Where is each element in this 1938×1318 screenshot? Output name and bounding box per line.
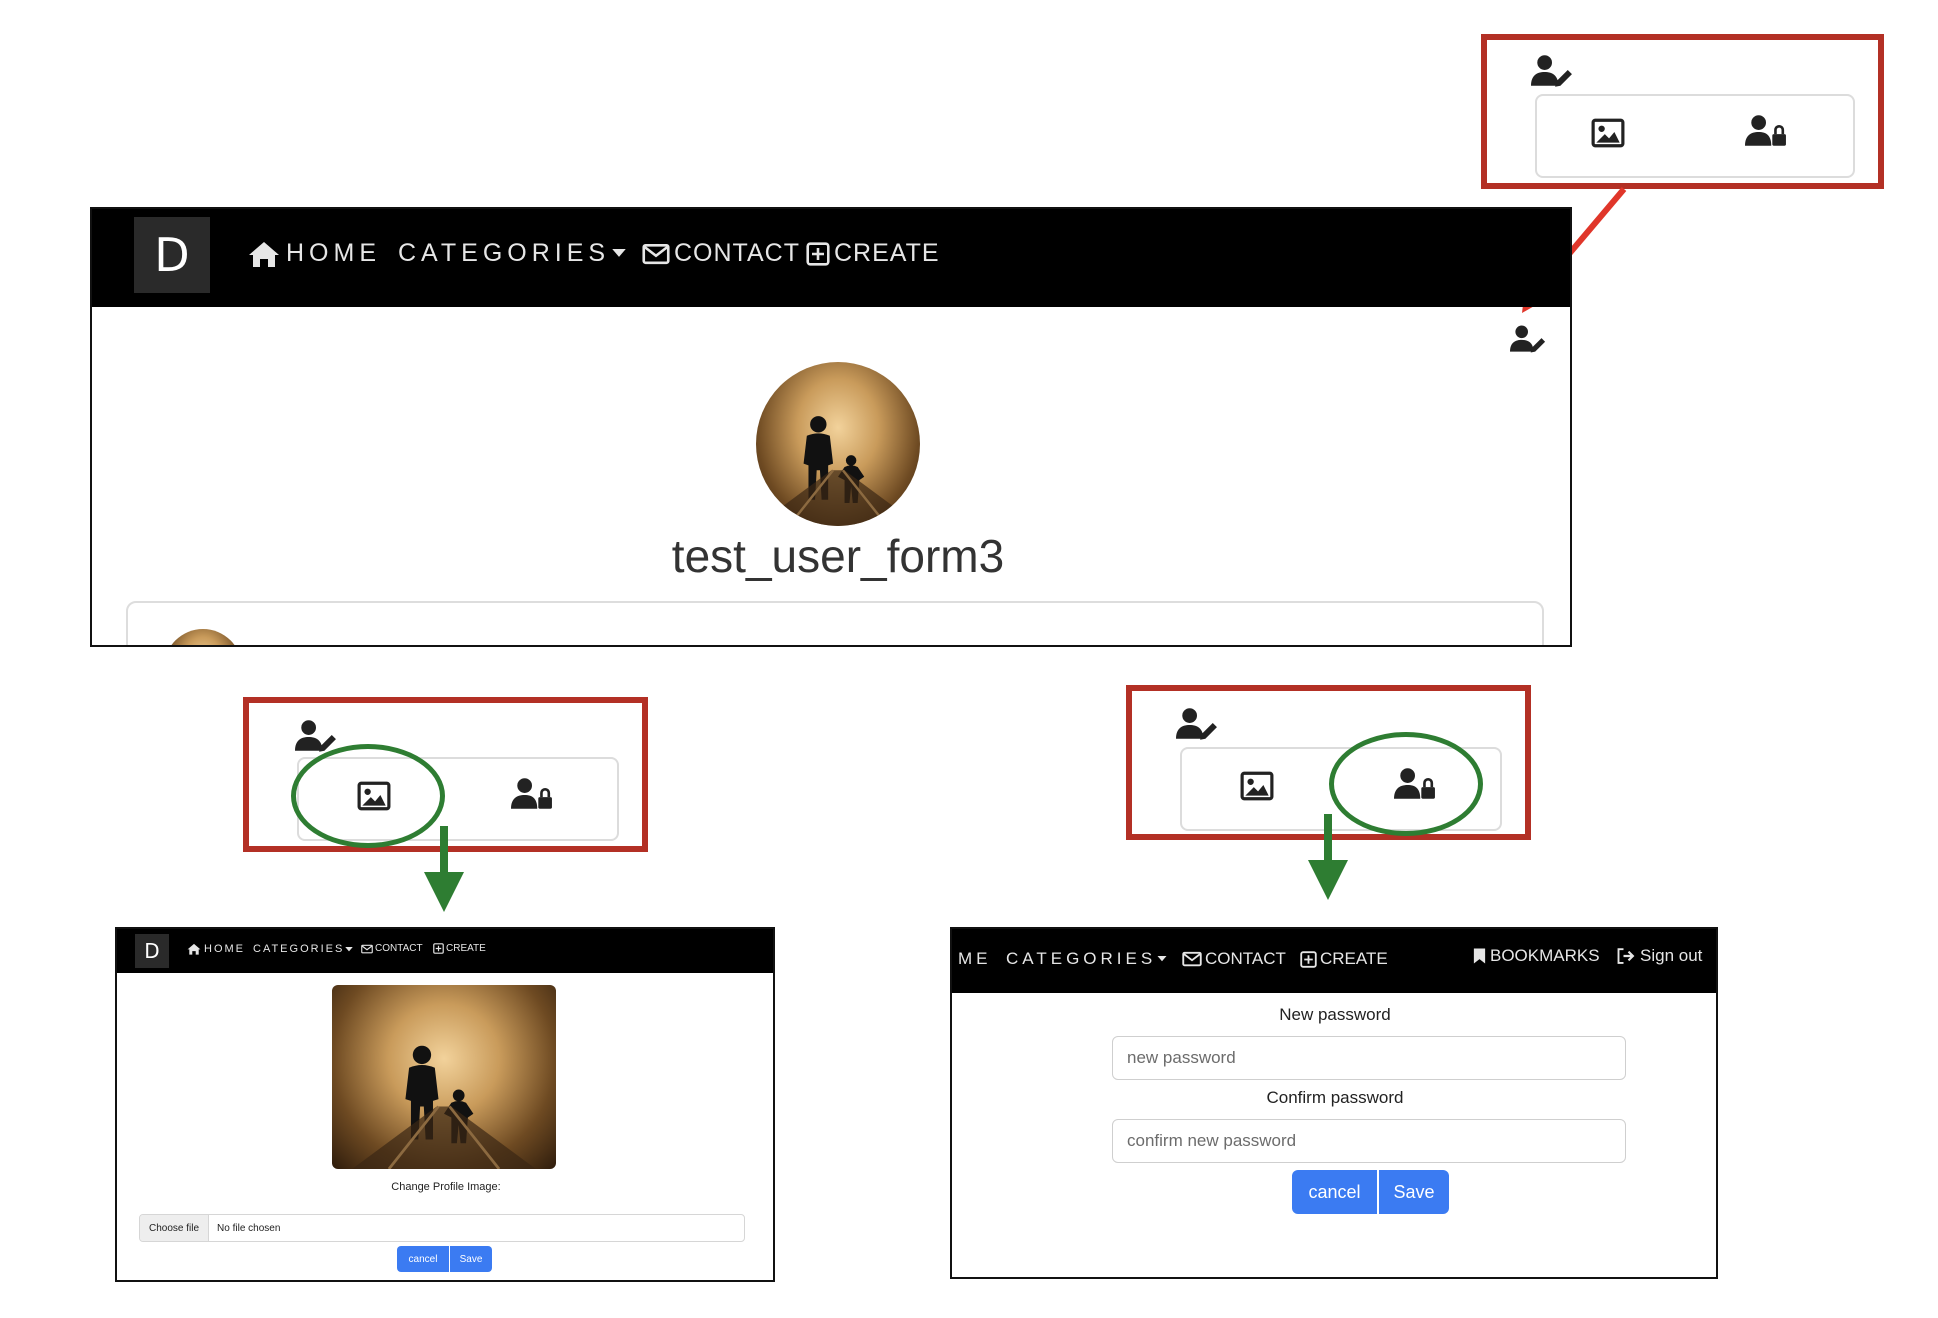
nav-contact[interactable]: CONTACT [361,943,423,954]
caret-down-icon [1157,956,1167,962]
nav-contact[interactable]: CONTACT [642,239,800,268]
plus-square-icon [433,943,444,954]
nav-contact[interactable]: CONTACT [1182,949,1286,969]
change-password-screenshot: ME CATEGORIES CONTACT CREATE BOOKMARKS S… [950,927,1718,1279]
brand-logo[interactable]: D [134,217,210,293]
nav-create[interactable]: CREATE [1300,949,1388,969]
confirm-password-placeholder: confirm new password [1127,1131,1297,1150]
image-icon[interactable] [1240,771,1274,801]
envelope-icon [361,944,373,954]
user-edit-icon[interactable] [1510,324,1546,354]
home-icon [187,943,201,955]
nav-sign-out[interactable]: Sign out [1616,946,1702,966]
nav-categories[interactable]: CATEGORIES [253,943,353,955]
post-card [126,601,1544,645]
user-lock-icon[interactable] [1745,114,1787,148]
arrow-down-green-left [424,826,464,912]
arrow-down-green-right [1308,814,1348,900]
nav-home-label: HOME [286,239,381,267]
nav-categories-label: CATEGORIES [398,239,611,267]
image-icon[interactable] [1591,118,1625,148]
new-password-label: New password [1279,1005,1391,1024]
post-author-avatar [164,629,242,645]
nav-home[interactable]: HOME [248,239,381,268]
caret-down-icon [612,249,626,258]
new-password-placeholder: new password [1127,1048,1236,1067]
nav-home-label: HOME [204,943,245,955]
bookmark-icon [1472,947,1487,965]
change-image-label: Change Profile Image: [391,1181,501,1193]
plus-square-icon [806,242,830,266]
save-button[interactable]: Save [450,1246,492,1272]
nav-home[interactable]: HOME [187,943,245,955]
envelope-icon [1182,951,1202,967]
nav-categories[interactable]: CATEGORIES [398,239,626,268]
navbar: D HOME CATEGORIES CONTACT CREATE [92,209,1570,307]
user-edit-icon[interactable] [1176,707,1218,741]
choose-file-button[interactable]: Choose file [140,1215,210,1241]
envelope-icon [642,243,670,265]
confirm-password-label: Confirm password [1266,1088,1404,1107]
user-edit-icon[interactable] [1531,54,1573,88]
cancel-button[interactable]: cancel [1292,1170,1377,1214]
sign-out-icon [1616,947,1636,965]
confirm-password-input[interactable]: confirm new password [1112,1119,1626,1163]
avatar [756,362,920,526]
profile-username: test_user_form3 [671,530,1005,582]
nav-sign-out-label: Sign out [1640,946,1703,965]
profile-image-preview [332,985,556,1169]
nav-create[interactable]: CREATE [433,943,486,954]
nav-home-label: ME [958,949,992,968]
nav-bookmarks-label: BOOKMARKS [1490,946,1600,965]
nav-contact-label: CONTACT [674,239,800,267]
navbar: ME CATEGORIES CONTACT CREATE BOOKMARKS S… [952,929,1716,993]
profile-screenshot: D HOME CATEGORIES CONTACT CREATE test_us… [90,207,1572,647]
nav-create-label: CREATE [834,239,940,267]
highlight-ring-lock [1329,732,1483,836]
callout-box-top [1481,34,1884,189]
caret-down-icon [345,947,353,952]
file-input[interactable]: Choose file No file chosen [139,1214,745,1242]
nav-create[interactable]: CREATE [806,239,940,268]
nav-categories[interactable]: CATEGORIES [1006,949,1167,969]
nav-categories-label: CATEGORIES [1006,949,1157,968]
profile-edit-options-panel [1535,94,1855,178]
nav-contact-label: CONTACT [1205,949,1286,968]
nav-create-label: CREATE [446,943,486,954]
user-lock-icon[interactable] [511,777,553,811]
navbar: D HOME CATEGORIES CONTACT CREATE [117,929,773,973]
nav-categories-label: CATEGORIES [253,943,345,955]
plus-square-icon [1300,951,1317,968]
file-status-text: No file chosen [217,1222,281,1234]
cancel-button[interactable]: cancel [397,1246,449,1272]
nav-home[interactable]: ME [958,949,992,969]
user-edit-icon[interactable] [295,719,337,753]
nav-contact-label: CONTACT [375,943,423,954]
nav-bookmarks[interactable]: BOOKMARKS [1472,946,1600,966]
change-image-screenshot: D HOME CATEGORIES CONTACT CREATE Change … [115,927,775,1282]
save-button[interactable]: Save [1379,1170,1449,1214]
brand-logo[interactable]: D [135,934,169,968]
home-icon [248,240,280,268]
new-password-input[interactable]: new password [1112,1036,1626,1080]
nav-create-label: CREATE [1320,949,1388,968]
